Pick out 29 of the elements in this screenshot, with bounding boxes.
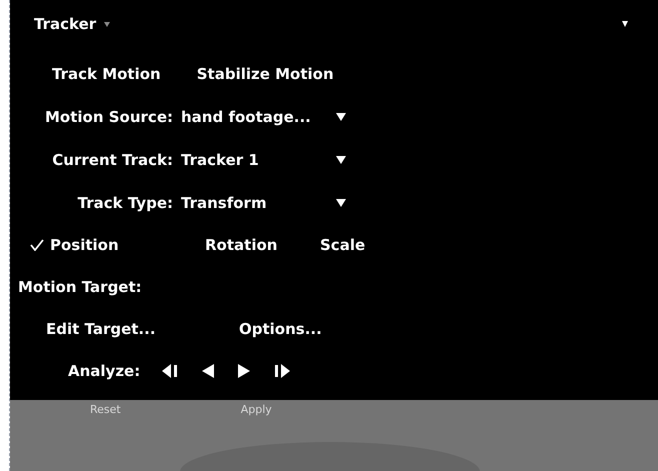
option-toggle[interactable]: Scale <box>300 234 366 256</box>
target-button[interactable]: Options... <box>239 318 322 340</box>
option-toggle[interactable]: Position <box>30 234 185 256</box>
dropdown[interactable]: hand footage... <box>181 106 346 128</box>
option-toggle[interactable]: Rotation <box>185 234 300 256</box>
caret-icon <box>336 199 346 207</box>
step-forward-icon <box>274 364 290 378</box>
dropdown-caret-icon[interactable] <box>104 22 110 26</box>
panel-menu-icon[interactable] <box>622 21 628 27</box>
analyze-button[interactable] <box>202 364 214 378</box>
caret-icon <box>336 156 346 164</box>
analyze-button[interactable] <box>274 364 290 378</box>
field-label: Track Type: <box>76 192 173 214</box>
target-button[interactable]: Edit Target... <box>46 318 239 340</box>
field-label: Current Track: <box>51 150 173 171</box>
analyze-label: Analyze: <box>68 360 140 382</box>
dropdown[interactable]: Tracker 1 <box>181 148 346 172</box>
panel-title: Tracker <box>34 14 96 35</box>
dropdown[interactable]: Transform <box>181 192 346 214</box>
analyze-button[interactable] <box>162 364 178 378</box>
caret-icon <box>336 113 346 121</box>
play-backward-icon <box>202 364 214 378</box>
mode-button[interactable]: Stabilize Motion <box>196 62 334 86</box>
analyze-button[interactable] <box>238 364 250 378</box>
step-back-icon <box>162 364 178 378</box>
play-forward-icon <box>238 364 250 378</box>
field-label: Motion Source: <box>44 106 173 128</box>
motion-target-label: Motion Target: <box>18 276 142 298</box>
mode-button[interactable]: Track Motion <box>52 62 161 86</box>
